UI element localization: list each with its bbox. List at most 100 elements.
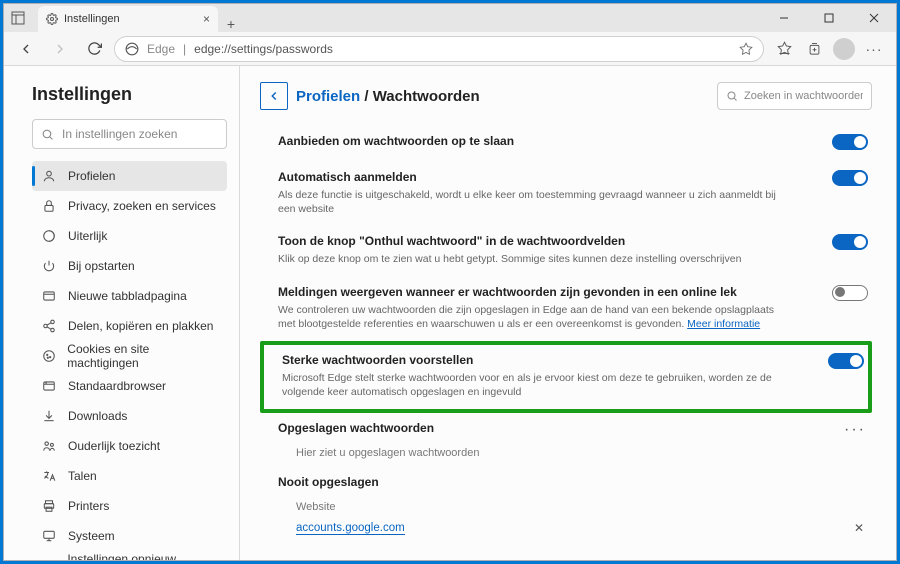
sidebar-item-nieuwe-tabbladpagina[interactable]: Nieuwe tabbladpagina xyxy=(32,281,227,311)
settings-search-input[interactable]: In instellingen zoeken xyxy=(32,119,227,149)
tab-title: Instellingen xyxy=(64,13,120,25)
appearance-icon xyxy=(42,229,58,243)
setting-row: Sterke wachtwoorden voorstellen Microsoft… xyxy=(260,341,872,413)
never-saved-site-link[interactable]: accounts.google.com xyxy=(296,522,405,535)
reset-icon xyxy=(42,559,57,560)
sidebar-item-label: Nieuwe tabbladpagina xyxy=(68,289,187,303)
saved-passwords-more-button[interactable]: ··· xyxy=(844,421,866,439)
breadcrumb-root[interactable]: Profielen xyxy=(296,88,360,105)
profile-button[interactable] xyxy=(830,35,858,63)
download-icon xyxy=(42,409,58,423)
setting-toggle[interactable] xyxy=(828,353,864,369)
nav-forward-button[interactable] xyxy=(46,35,74,63)
sidebar-item-uiterlijk[interactable]: Uiterlijk xyxy=(32,221,227,251)
printer-icon xyxy=(42,499,58,513)
setting-row: Aanbieden om wachtwoorden op te slaan xyxy=(260,126,872,162)
setting-toggle[interactable] xyxy=(832,234,868,250)
settings-nav: Profielen Privacy, zoeken en servicesUite… xyxy=(32,161,227,560)
never-saved-section: Nooit opgeslagen xyxy=(260,459,872,495)
avatar-icon xyxy=(833,38,855,60)
search-icon xyxy=(41,128,54,141)
sidebar-item-profielen[interactable]: Profielen xyxy=(32,161,227,191)
sidebar-item-label: Instellingen opnieuw instellen xyxy=(67,552,217,560)
maximize-button[interactable] xyxy=(806,4,851,32)
breadcrumb-back-button[interactable] xyxy=(260,82,288,110)
sidebar-item-label: Downloads xyxy=(68,409,127,423)
content-area: Instellingen In instellingen zoeken Prof… xyxy=(4,66,896,560)
setting-title: Sterke wachtwoorden voorstellen xyxy=(282,353,868,367)
minimize-button[interactable] xyxy=(761,4,806,32)
sidebar-item-label: Ouderlijk toezicht xyxy=(68,439,160,453)
sidebar-item-label: Cookies en site machtigingen xyxy=(67,342,217,370)
passwords-search-placeholder: Zoeken in wachtwoorden xyxy=(744,90,863,102)
sidebar-item-label: Printers xyxy=(68,499,109,513)
lock-icon xyxy=(42,199,58,213)
never-saved-column-label: Website xyxy=(260,501,872,513)
share-icon xyxy=(42,319,58,333)
setting-row: Automatisch aanmeldenAls deze functie is… xyxy=(260,162,872,226)
setting-title: Aanbieden om wachtwoorden op te slaan xyxy=(278,134,872,148)
new-tab-button[interactable]: + xyxy=(218,16,244,32)
collections-button[interactable] xyxy=(800,35,828,63)
learn-more-link[interactable]: Meer informatie xyxy=(687,318,760,330)
address-prefix: Edge xyxy=(147,42,175,56)
app-menu-icon[interactable] xyxy=(4,4,32,32)
passwords-search-input[interactable]: Zoeken in wachtwoorden xyxy=(717,82,872,110)
setting-row: Toon de knop "Onthul wachtwoord" in de w… xyxy=(260,226,872,276)
toolbar: Edge | edge://settings/passwords ··· xyxy=(4,32,896,66)
breadcrumb-sep: / xyxy=(360,88,373,105)
page-title: Instellingen xyxy=(32,84,227,105)
sidebar-item-instellingen-opnieuw-instellen[interactable]: Instellingen opnieuw instellen xyxy=(32,551,227,560)
setting-description: Microsoft Edge stelt sterke wachtwoorden… xyxy=(282,371,782,399)
address-url: edge://settings/passwords xyxy=(194,42,333,56)
gear-icon xyxy=(46,13,58,25)
sidebar-item-talen[interactable]: Talen xyxy=(32,461,227,491)
setting-title: Toon de knop "Onthul wachtwoord" in de w… xyxy=(278,234,872,248)
family-icon xyxy=(42,439,58,453)
browser-tab-settings[interactable]: Instellingen × xyxy=(38,6,218,32)
main-header: Profielen / Wachtwoorden Zoeken in wacht… xyxy=(260,82,872,110)
settings-sidebar: Instellingen In instellingen zoeken Prof… xyxy=(4,66,239,560)
setting-toggle[interactable] xyxy=(832,170,868,186)
nav-back-button[interactable] xyxy=(12,35,40,63)
default-browser-icon xyxy=(42,379,58,393)
sidebar-item-label: Standaardbrowser xyxy=(68,379,166,393)
breadcrumb: Profielen / Wachtwoorden xyxy=(296,88,480,105)
favorites-button[interactable] xyxy=(770,35,798,63)
sidebar-item-downloads[interactable]: Downloads xyxy=(32,401,227,431)
sidebar-item-systeem[interactable]: Systeem xyxy=(32,521,227,551)
sidebar-item-bij-opstarten[interactable]: Bij opstarten xyxy=(32,251,227,281)
titlebar: Instellingen × + xyxy=(4,4,896,32)
saved-passwords-section: Opgeslagen wachtwoorden ··· xyxy=(260,413,872,441)
address-bar[interactable]: Edge | edge://settings/passwords xyxy=(114,36,764,62)
never-saved-title: Nooit opgeslagen xyxy=(278,475,872,489)
sidebar-item-label: Systeem xyxy=(68,529,115,543)
setting-title: Meldingen weergeven wanneer er wachtwoor… xyxy=(278,285,872,299)
sidebar-item-standaardbrowser[interactable]: Standaardbrowser xyxy=(32,371,227,401)
power-icon xyxy=(42,259,58,273)
remove-site-button[interactable]: ✕ xyxy=(854,521,864,535)
sidebar-item-delen-kopi-ren-en-plakken[interactable]: Delen, kopiëren en plakken xyxy=(32,311,227,341)
sidebar-item-printers[interactable]: Printers xyxy=(32,491,227,521)
settings-search-placeholder: In instellingen zoeken xyxy=(62,127,177,141)
sidebar-item-label: Profielen xyxy=(68,169,115,183)
setting-toggle[interactable] xyxy=(832,285,868,301)
menu-button[interactable]: ··· xyxy=(860,35,888,63)
sidebar-item-ouderlijk-toezicht[interactable]: Ouderlijk toezicht xyxy=(32,431,227,461)
setting-row: Meldingen weergeven wanneer er wachtwoor… xyxy=(260,277,872,341)
search-icon xyxy=(726,90,738,102)
sidebar-item-cookies-en-site-machtigingen[interactable]: Cookies en site machtigingen xyxy=(32,341,227,371)
address-sep: | xyxy=(183,42,186,56)
read-aloud-icon[interactable] xyxy=(739,42,753,56)
setting-description: Klik op deze knop om te zien wat u hebt … xyxy=(278,252,778,266)
sidebar-item-label: Talen xyxy=(68,469,97,483)
never-saved-site-row: accounts.google.com ✕ xyxy=(260,513,872,543)
close-window-button[interactable] xyxy=(851,4,896,32)
saved-passwords-empty: Hier ziet u opgeslagen wachtwoorden xyxy=(260,447,872,459)
setting-toggle[interactable] xyxy=(832,134,868,150)
browser-window: Instellingen × + Edge | edge://settings/… xyxy=(3,3,897,561)
close-tab-icon[interactable]: × xyxy=(203,12,210,26)
system-icon xyxy=(42,529,58,543)
refresh-button[interactable] xyxy=(80,35,108,63)
sidebar-item-privacy-zoeken-en-services[interactable]: Privacy, zoeken en services xyxy=(32,191,227,221)
